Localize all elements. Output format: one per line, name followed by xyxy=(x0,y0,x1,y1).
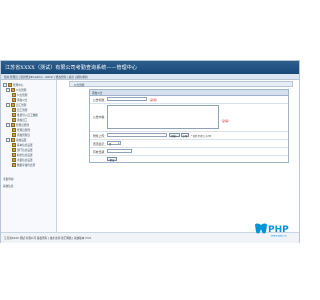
user-info: 您好:管理员 | 您的登录ID:admin xyxy=(4,76,43,79)
php-logo-icon: PHP www.php.cn xyxy=(255,223,289,238)
sidebar-item-admin-add[interactable]: 添加管理员 xyxy=(12,133,30,137)
page-icon xyxy=(12,143,16,147)
collapse-icon[interactable]: - xyxy=(6,123,10,127)
sidebar-item-query[interactable]: 考勤查询 xyxy=(3,177,13,181)
admin-window: 江苏省XXXX（测试）有限公司考勤查询系统——管理中心 您好:管理员 | 您的登… xyxy=(0,60,300,243)
title-label: 公告标题： xyxy=(93,98,107,102)
submit-button[interactable]: 提交 xyxy=(107,157,117,162)
tab-bar: 公告管理 xyxy=(69,81,293,87)
tab-notice[interactable]: 公告管理 xyxy=(74,83,84,87)
sidebar-item-notice-add[interactable]: 添加公告 xyxy=(12,98,27,102)
upload-hint: * 附件不得大于2M xyxy=(191,135,211,138)
folder-icon xyxy=(11,103,15,107)
attach-label: 附件上传： xyxy=(93,134,107,138)
panel-title: 添加公告 xyxy=(92,92,103,95)
php-watermark-logo: PHP www.php.cn xyxy=(253,222,297,238)
attach-path-input[interactable] xyxy=(107,133,167,137)
content-required: （必填） xyxy=(220,120,231,123)
collapse-icon[interactable]: - xyxy=(6,88,10,92)
page-icon xyxy=(12,158,16,162)
app-title: 江苏省XXXX（测试）有限公司考勤查询系统——管理中心 xyxy=(5,65,137,71)
sidebar-item-position-settings[interactable]: 职位信息设置 xyxy=(12,153,33,157)
folder-icon xyxy=(8,83,12,87)
sidebar-item-staff-import[interactable]: 批量导入员工数据 xyxy=(12,113,38,117)
page-icon xyxy=(12,128,16,132)
chevron-down-icon: ▾ xyxy=(118,142,120,145)
pin-select[interactable]: 否 ▾ xyxy=(107,141,121,146)
sidebar-item-notice-group[interactable]: - 公告管理 xyxy=(6,88,26,92)
content-textarea[interactable] xyxy=(107,105,219,129)
app-header: 江苏省XXXX（测试）有限公司考勤查询系统——管理中心 xyxy=(1,61,299,74)
title-input[interactable] xyxy=(107,97,147,101)
sidebar-item-staff-add[interactable]: 添加员工 xyxy=(12,118,27,122)
page-icon xyxy=(12,163,16,167)
pin-label: 置顶显示： xyxy=(93,142,107,146)
form-row-title: 公告标题： （必填） xyxy=(90,96,288,104)
content-label: 公告内容： xyxy=(93,115,107,119)
logo-text: PHP xyxy=(268,225,289,235)
sidebar-item-staff-manage[interactable]: 员工管理 xyxy=(12,108,27,112)
top-links[interactable]: Admin | 修改密码 | 退出 | 刷新/重新 xyxy=(45,75,88,79)
page-icon xyxy=(12,113,16,117)
main-content: 公告管理 添加公告 公告标题： （必填） 公告内容： （必填） 附件上传： 浏览… xyxy=(58,81,296,231)
sidebar-item-staff-group[interactable]: - 员工管理 xyxy=(6,103,26,107)
form-row-content: 公告内容： （必填） xyxy=(90,104,288,132)
sidebar-item-notice-manage[interactable]: 公告管理 xyxy=(12,93,27,97)
folder-icon xyxy=(11,138,15,142)
page-icon xyxy=(12,153,16,157)
sidebar-tree: - 管理中心 - 公告管理 公告管理 添加公告 - 员工管理 员工管理 批量导入员工数… xyxy=(1,80,57,235)
form-row-date: 有效日期： xyxy=(90,148,288,156)
page-icon xyxy=(12,118,16,122)
page-icon xyxy=(12,93,16,97)
sidebar-item-admin-group[interactable]: - 管理员管理 xyxy=(6,123,29,127)
folder-icon xyxy=(11,88,15,92)
page-icon xyxy=(12,133,16,137)
sidebar-item-admin-manage[interactable]: 管理员管理 xyxy=(12,128,30,132)
collapse-icon[interactable]: - xyxy=(6,138,10,142)
sidebar-item-sysinfo[interactable]: 系统信息 xyxy=(3,184,13,188)
page-icon xyxy=(12,148,16,152)
logo-sub: www.php.cn xyxy=(271,234,287,238)
upload-button[interactable]: 上传 xyxy=(181,133,189,138)
form-row-pin: 置顶显示： 否 ▾ xyxy=(90,140,288,148)
browse-button[interactable]: 浏览... xyxy=(169,133,180,138)
page-icon xyxy=(12,108,16,112)
copyright-text: 江苏省XXXX 测试 有限公司 版权所有 | 技术支持:佳汇网络 | 系统版本 … xyxy=(4,237,92,240)
date-input[interactable] xyxy=(107,149,132,153)
folder-icon xyxy=(11,123,15,127)
collapse-icon[interactable]: - xyxy=(6,103,10,107)
sidebar-item-settings-group[interactable]: - 系统设置 xyxy=(6,138,26,142)
sidebar-item-attendance-settings[interactable]: 考勤信息设置 xyxy=(12,158,33,162)
title-required: （必填） xyxy=(148,99,159,102)
sidebar-item-dept-settings[interactable]: 部门信息设置 xyxy=(12,148,33,152)
tree-root[interactable]: - 管理中心 xyxy=(3,83,23,87)
collapse-icon[interactable]: - xyxy=(3,83,7,87)
date-label: 有效日期： xyxy=(93,150,107,154)
form-row-attachment: 附件上传： 浏览... 上传 * 附件不得大于2M xyxy=(90,132,288,140)
add-notice-panel: 添加公告 公告标题： （必填） 公告内容： （必填） 附件上传： 浏览... 上… xyxy=(89,89,289,163)
sidebar-item-basic-settings[interactable]: 基本信息设置 xyxy=(12,143,33,147)
sidebar-item-db-backup[interactable]: 数据库备份还原 xyxy=(12,163,35,167)
page-icon xyxy=(12,98,16,102)
